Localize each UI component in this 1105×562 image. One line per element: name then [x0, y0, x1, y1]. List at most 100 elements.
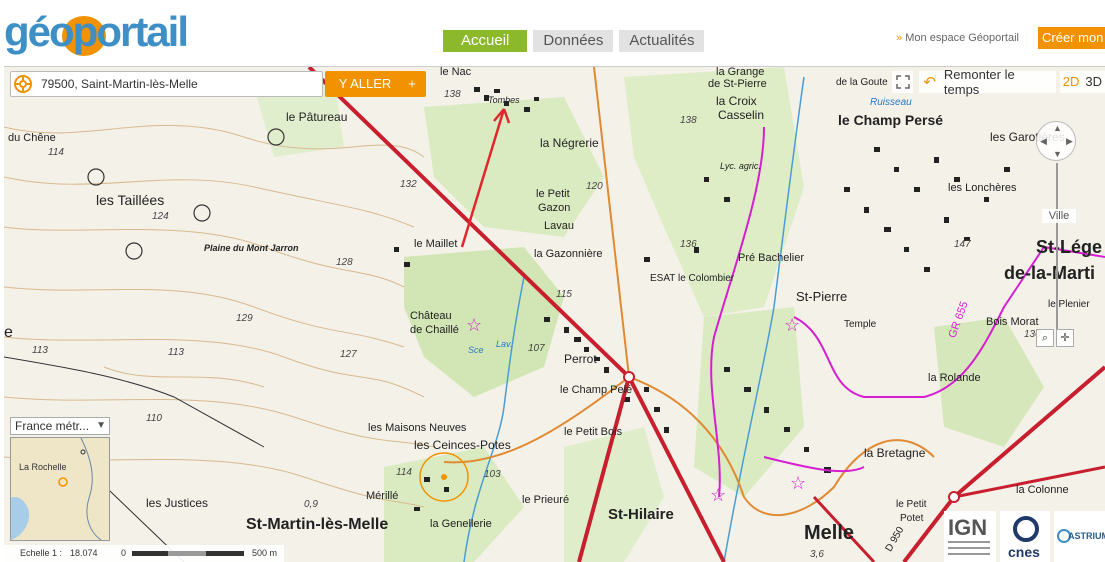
- map-label: la Grange: [716, 67, 764, 78]
- zoom-level-label: Ville: [1042, 209, 1076, 223]
- map-label: le Petit Bois: [564, 426, 623, 438]
- view-2d-button[interactable]: 2D: [1059, 71, 1083, 93]
- tab-actualites[interactable]: Actualités: [619, 30, 705, 52]
- map-label: les Lonchères: [948, 182, 1017, 194]
- spot-height: 147: [954, 239, 971, 250]
- zoom-slider[interactable]: [1056, 163, 1058, 333]
- scale-value: 18.074: [70, 548, 98, 558]
- spot-height: 138: [680, 115, 697, 126]
- pan-down-icon[interactable]: ▼: [1053, 149, 1062, 159]
- map-label: Château: [410, 310, 452, 322]
- pan-right-icon[interactable]: ▶: [1066, 136, 1073, 147]
- map-label: le Champ Pelé: [560, 384, 632, 396]
- map-label: le Prieuré: [522, 494, 569, 506]
- scale-label: Echelle 1 :: [20, 548, 63, 558]
- create-account-button[interactable]: Créer mon: [1038, 27, 1105, 49]
- ign-logo[interactable]: IGN: [944, 511, 996, 562]
- map-label: la Genellerie: [430, 518, 492, 530]
- spot-height: 129: [236, 313, 253, 324]
- spot-height: 138: [444, 89, 461, 100]
- spot-height: 128: [336, 257, 353, 268]
- map-label: la Croix: [716, 94, 757, 108]
- pan-left-icon[interactable]: ◀: [1040, 136, 1047, 147]
- map-label: Bois Morat: [986, 316, 1039, 328]
- map-label: St-Hilaire: [608, 506, 674, 523]
- map-label: le Champ Persé: [838, 112, 943, 128]
- territory-select-value: France métr...: [15, 419, 90, 433]
- map-label: Temple: [844, 319, 877, 330]
- svg-text:☆: ☆: [466, 315, 482, 335]
- add-button[interactable]: +: [398, 71, 426, 97]
- spot-height: 0,9: [304, 499, 318, 510]
- map-label: le Petit: [536, 188, 570, 200]
- svg-text:cnes: cnes: [1008, 544, 1040, 560]
- mon-espace-link[interactable]: » Mon espace Géoportail: [896, 32, 1019, 44]
- svg-text:☆: ☆: [784, 315, 800, 335]
- map-label: St-Pierre: [796, 289, 847, 304]
- logo-text: géoportail: [4, 8, 189, 55]
- astrium-logo[interactable]: ASTRIUM: [1054, 511, 1105, 562]
- territory-select[interactable]: France métr... ▼: [10, 417, 110, 435]
- tab-donnees[interactable]: Données: [533, 30, 614, 52]
- map-label: le Petit: [896, 499, 927, 510]
- overview-map-graphic: La Rochelle: [11, 438, 109, 540]
- scale-bar-graphic: [132, 551, 244, 556]
- magnifier-icon[interactable]: ⌕: [1036, 329, 1054, 347]
- map-label: le Colombier: [678, 273, 735, 284]
- map-label: de la Goute: [836, 77, 888, 88]
- locate-icon[interactable]: [13, 74, 33, 94]
- search-box: [10, 71, 323, 97]
- spot-height: 124: [152, 211, 169, 222]
- remonter-le-temps-button[interactable]: ↶ Remonter le temps: [919, 67, 1056, 97]
- remonter-label: Remonter le temps: [943, 67, 1015, 97]
- chevron-down-icon: ▼: [96, 420, 106, 431]
- map-label: Tombes: [488, 95, 520, 105]
- spot-height: 110: [146, 413, 162, 424]
- go-button[interactable]: Y ALLER: [325, 71, 405, 97]
- map-label: Melle: [804, 522, 854, 544]
- undo-arrow-icon: ↶: [923, 74, 936, 91]
- map-label: les Maisons Neuves: [368, 422, 467, 434]
- map-label: Lyc. agric.: [720, 161, 761, 171]
- scale-distance: 500 m: [252, 548, 278, 558]
- svg-text:☆: ☆: [790, 473, 806, 493]
- map-label: la Rolande: [928, 372, 981, 384]
- map-label: Ruisseau: [870, 97, 912, 108]
- scale-bar: Echelle 1 : 18.074 0 500 m: [4, 545, 284, 562]
- crosshair-icon[interactable]: ✛: [1056, 329, 1074, 347]
- tab-accueil[interactable]: Accueil: [443, 30, 528, 52]
- map-label: Sce: [468, 345, 484, 355]
- spot-height: 132: [400, 179, 417, 190]
- map-label: la Bretagne: [864, 446, 926, 460]
- overview-map[interactable]: La Rochelle: [10, 437, 110, 541]
- map-label: le Plenier: [1048, 299, 1090, 310]
- map-label: e: [4, 324, 13, 341]
- spot-height: 113: [32, 345, 48, 356]
- map-label: la Négrerie: [540, 136, 599, 150]
- spot-height: 103: [484, 469, 501, 480]
- svg-text:☆: ☆: [710, 485, 726, 505]
- map-canvas[interactable]: ☆ ☆ ☆ ☆ le Nac Tombes la Grange de St-Pi…: [4, 66, 1105, 562]
- search-input[interactable]: [41, 75, 311, 93]
- map-label: le Pâtureau: [286, 110, 347, 124]
- header: géoportail Accueil Données Actualités » M…: [0, 0, 1105, 66]
- scale-zero: 0: [121, 548, 127, 558]
- map-label: la Colonne: [1016, 484, 1069, 496]
- pan-up-icon[interactable]: ▲: [1053, 123, 1062, 133]
- pan-control[interactable]: ▲ ▼ ◀ ▶: [1036, 121, 1076, 161]
- top-right-tools: ↶ Remonter le temps 2D 3D: [892, 67, 1105, 97]
- map-label: Mérillé: [366, 490, 398, 502]
- topo-map: ☆ ☆ ☆ ☆ le Nac Tombes la Grange de St-Pi…: [4, 67, 1105, 562]
- spot-height: 107: [528, 343, 545, 354]
- spot-height: 3,6: [810, 549, 824, 560]
- cnes-logo[interactable]: cnes: [1000, 511, 1050, 562]
- geoportail-logo[interactable]: géoportail: [4, 6, 234, 56]
- spot-height: 114: [48, 147, 64, 158]
- main-nav: Accueil Données Actualités: [443, 30, 705, 52]
- view-3d-button[interactable]: 3D: [1082, 71, 1105, 93]
- fullscreen-icon[interactable]: [892, 71, 914, 93]
- map-label: Gazon: [538, 202, 570, 214]
- spot-height: 136: [680, 239, 697, 250]
- map-label: les Justices: [146, 496, 208, 510]
- map-label: Lav.: [496, 339, 512, 349]
